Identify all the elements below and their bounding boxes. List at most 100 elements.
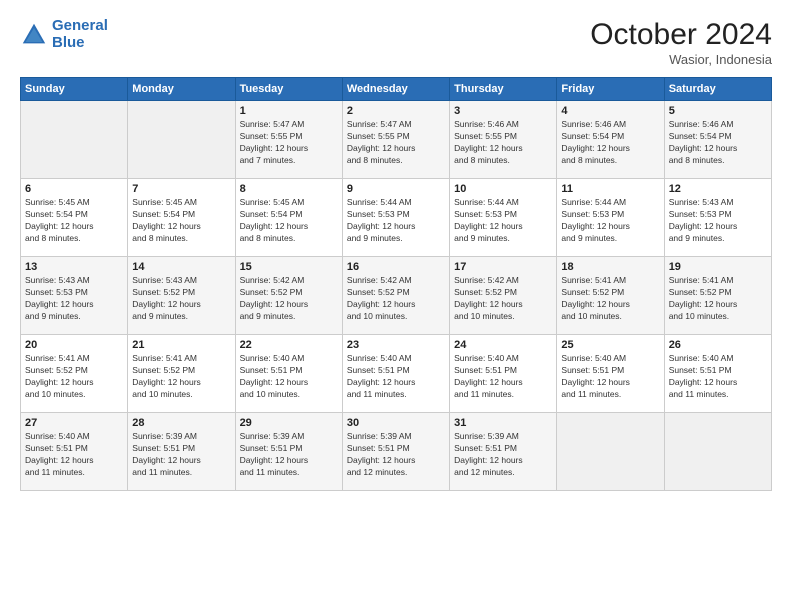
logo-line1: General <box>52 17 108 34</box>
calendar-cell <box>664 413 771 491</box>
calendar-cell: 19 Sunrise: 5:41 AM Sunset: 5:52 PM Dayli… <box>664 257 771 335</box>
calendar-cell: 1 Sunrise: 5:47 AM Sunset: 5:55 PM Daylig… <box>235 101 342 179</box>
cell-info: Sunrise: 5:45 AM Sunset: 5:54 PM Dayligh… <box>240 197 338 245</box>
day-number: 13 <box>25 261 123 273</box>
day-header-thursday: Thursday <box>450 78 557 101</box>
cell-info: Sunrise: 5:42 AM Sunset: 5:52 PM Dayligh… <box>454 275 552 323</box>
header-row: SundayMondayTuesdayWednesdayThursdayFrid… <box>21 78 772 101</box>
day-number: 2 <box>347 105 445 117</box>
cell-info: Sunrise: 5:41 AM Sunset: 5:52 PM Dayligh… <box>561 275 659 323</box>
day-number: 15 <box>240 261 338 273</box>
cell-info: Sunrise: 5:46 AM Sunset: 5:54 PM Dayligh… <box>669 119 767 167</box>
calendar-cell: 27 Sunrise: 5:40 AM Sunset: 5:51 PM Dayli… <box>21 413 128 491</box>
day-number: 12 <box>669 183 767 195</box>
cell-info: Sunrise: 5:47 AM Sunset: 5:55 PM Dayligh… <box>240 119 338 167</box>
day-number: 8 <box>240 183 338 195</box>
logo: General Blue <box>20 18 108 51</box>
logo-text: General Blue <box>52 18 108 51</box>
day-header-saturday: Saturday <box>664 78 771 101</box>
day-number: 27 <box>25 417 123 429</box>
calendar-cell: 12Sunrise: 5:43 AM Sunset: 5:53 PM Dayli… <box>664 179 771 257</box>
day-number: 11 <box>561 183 659 195</box>
calendar-cell: 15Sunrise: 5:42 AM Sunset: 5:52 PM Dayli… <box>235 257 342 335</box>
day-header-tuesday: Tuesday <box>235 78 342 101</box>
calendar-cell: 26 Sunrise: 5:40 AM Sunset: 5:51 PM Dayli… <box>664 335 771 413</box>
cell-info: Sunrise: 5:44 AM Sunset: 5:53 PM Dayligh… <box>454 197 552 245</box>
day-number: 22 <box>240 339 338 351</box>
day-number: 14 <box>132 261 230 273</box>
day-number: 30 <box>347 417 445 429</box>
cell-info: Sunrise: 5:43 AM Sunset: 5:52 PM Dayligh… <box>132 275 230 323</box>
month-title: October 2024 <box>590 18 772 52</box>
day-number: 21 <box>132 339 230 351</box>
day-header-monday: Monday <box>128 78 235 101</box>
day-number: 26 <box>669 339 767 351</box>
week-row-3: 13 Sunrise: 5:43 AM Sunset: 5:53 PM Dayli… <box>21 257 772 335</box>
calendar-cell: 28Sunrise: 5:39 AM Sunset: 5:51 PM Dayli… <box>128 413 235 491</box>
cell-info: Sunrise: 5:39 AM Sunset: 5:51 PM Dayligh… <box>454 431 552 479</box>
calendar-cell: 9Sunrise: 5:44 AM Sunset: 5:53 PM Daylig… <box>342 179 449 257</box>
calendar-cell: 18Sunrise: 5:41 AM Sunset: 5:52 PM Dayli… <box>557 257 664 335</box>
day-number: 6 <box>25 183 123 195</box>
calendar-cell: 16Sunrise: 5:42 AM Sunset: 5:52 PM Dayli… <box>342 257 449 335</box>
calendar-cell: 21Sunrise: 5:41 AM Sunset: 5:52 PM Dayli… <box>128 335 235 413</box>
cell-info: Sunrise: 5:44 AM Sunset: 5:53 PM Dayligh… <box>347 197 445 245</box>
cell-info: Sunrise: 5:40 AM Sunset: 5:51 PM Dayligh… <box>25 431 123 479</box>
day-number: 16 <box>347 261 445 273</box>
calendar-cell: 2 Sunrise: 5:47 AM Sunset: 5:55 PM Daylig… <box>342 101 449 179</box>
calendar-cell: 14 Sunrise: 5:43 AM Sunset: 5:52 PM Dayli… <box>128 257 235 335</box>
cell-info: Sunrise: 5:46 AM Sunset: 5:55 PM Dayligh… <box>454 119 552 167</box>
logo-line2: Blue <box>52 34 85 51</box>
calendar-cell: 11 Sunrise: 5:44 AM Sunset: 5:53 PM Dayli… <box>557 179 664 257</box>
calendar-cell: 3 Sunrise: 5:46 AM Sunset: 5:55 PM Daylig… <box>450 101 557 179</box>
day-number: 29 <box>240 417 338 429</box>
logo-icon <box>20 21 48 49</box>
header: General Blue October 2024 Wasior, Indone… <box>20 18 772 67</box>
day-number: 31 <box>454 417 552 429</box>
cell-info: Sunrise: 5:47 AM Sunset: 5:55 PM Dayligh… <box>347 119 445 167</box>
calendar-cell: 17Sunrise: 5:42 AM Sunset: 5:52 PM Dayli… <box>450 257 557 335</box>
day-number: 1 <box>240 105 338 117</box>
calendar-table: SundayMondayTuesdayWednesdayThursdayFrid… <box>20 77 772 491</box>
week-row-5: 27 Sunrise: 5:40 AM Sunset: 5:51 PM Dayli… <box>21 413 772 491</box>
day-number: 3 <box>454 105 552 117</box>
cell-info: Sunrise: 5:39 AM Sunset: 5:51 PM Dayligh… <box>347 431 445 479</box>
day-number: 23 <box>347 339 445 351</box>
calendar-cell <box>557 413 664 491</box>
cell-info: Sunrise: 5:43 AM Sunset: 5:53 PM Dayligh… <box>25 275 123 323</box>
location: Wasior, Indonesia <box>590 52 772 67</box>
cell-info: Sunrise: 5:46 AM Sunset: 5:54 PM Dayligh… <box>561 119 659 167</box>
cell-info: Sunrise: 5:39 AM Sunset: 5:51 PM Dayligh… <box>240 431 338 479</box>
cell-info: Sunrise: 5:45 AM Sunset: 5:54 PM Dayligh… <box>132 197 230 245</box>
calendar-cell: 31 Sunrise: 5:39 AM Sunset: 5:51 PM Dayli… <box>450 413 557 491</box>
cell-info: Sunrise: 5:40 AM Sunset: 5:51 PM Dayligh… <box>347 353 445 401</box>
day-number: 25 <box>561 339 659 351</box>
cell-info: Sunrise: 5:40 AM Sunset: 5:51 PM Dayligh… <box>669 353 767 401</box>
calendar-cell: 4Sunrise: 5:46 AM Sunset: 5:54 PM Daylig… <box>557 101 664 179</box>
calendar-cell: 8 Sunrise: 5:45 AM Sunset: 5:54 PM Daylig… <box>235 179 342 257</box>
cell-info: Sunrise: 5:41 AM Sunset: 5:52 PM Dayligh… <box>25 353 123 401</box>
week-row-1: 1 Sunrise: 5:47 AM Sunset: 5:55 PM Daylig… <box>21 101 772 179</box>
cell-info: Sunrise: 5:40 AM Sunset: 5:51 PM Dayligh… <box>561 353 659 401</box>
calendar-cell: 30 Sunrise: 5:39 AM Sunset: 5:51 PM Dayli… <box>342 413 449 491</box>
calendar-cell: 24 Sunrise: 5:40 AM Sunset: 5:51 PM Dayli… <box>450 335 557 413</box>
day-number: 24 <box>454 339 552 351</box>
day-header-sunday: Sunday <box>21 78 128 101</box>
calendar-cell: 10 Sunrise: 5:44 AM Sunset: 5:53 PM Dayli… <box>450 179 557 257</box>
calendar-cell: 5Sunrise: 5:46 AM Sunset: 5:54 PM Daylig… <box>664 101 771 179</box>
week-row-2: 6 Sunrise: 5:45 AM Sunset: 5:54 PM Daylig… <box>21 179 772 257</box>
title-block: October 2024 Wasior, Indonesia <box>590 18 772 67</box>
day-number: 20 <box>25 339 123 351</box>
day-number: 10 <box>454 183 552 195</box>
day-number: 7 <box>132 183 230 195</box>
calendar-cell: 23 Sunrise: 5:40 AM Sunset: 5:51 PM Dayli… <box>342 335 449 413</box>
calendar-cell: 22Sunrise: 5:40 AM Sunset: 5:51 PM Dayli… <box>235 335 342 413</box>
calendar-cell <box>21 101 128 179</box>
cell-info: Sunrise: 5:40 AM Sunset: 5:51 PM Dayligh… <box>454 353 552 401</box>
week-row-4: 20 Sunrise: 5:41 AM Sunset: 5:52 PM Dayli… <box>21 335 772 413</box>
calendar-cell: 7 Sunrise: 5:45 AM Sunset: 5:54 PM Daylig… <box>128 179 235 257</box>
calendar-cell: 29 Sunrise: 5:39 AM Sunset: 5:51 PM Dayli… <box>235 413 342 491</box>
cell-info: Sunrise: 5:41 AM Sunset: 5:52 PM Dayligh… <box>669 275 767 323</box>
day-number: 19 <box>669 261 767 273</box>
cell-info: Sunrise: 5:44 AM Sunset: 5:53 PM Dayligh… <box>561 197 659 245</box>
